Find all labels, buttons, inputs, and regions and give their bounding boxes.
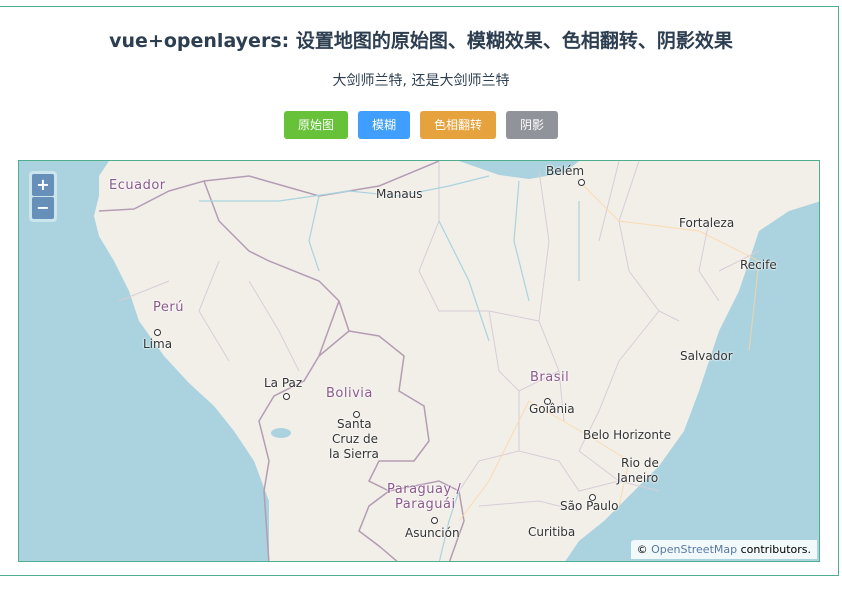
city-label-lima: Lima [143, 337, 173, 351]
page-subtitle: 大剑师兰特, 还是大剑师兰特 [332, 73, 510, 89]
map-attribution: © OpenStreetMap contributors. [630, 540, 817, 559]
country-label-ecuador: Ecuador [109, 178, 166, 193]
city-label-recife: Recife [740, 258, 777, 272]
city-label-fortaleza: Fortaleza [679, 216, 735, 230]
city-label-salvador: Salvador [680, 349, 733, 363]
city-label-saopaulo: São Paulo [560, 499, 619, 513]
city-dot-lima [154, 329, 161, 336]
city-dot-asuncion [431, 517, 438, 524]
country-label-brasil: Brasil [530, 370, 570, 385]
city-label-riodejaneiro-2: Janeiro [617, 471, 659, 485]
city-label-santacruz-1: Santa [337, 417, 372, 431]
country-label-bolivia: Bolivia [326, 386, 373, 401]
country-label-peru: Perú [153, 300, 184, 315]
attribution-prefix: © [636, 543, 652, 556]
osm-link[interactable]: OpenStreetMap [651, 543, 737, 556]
attribution-suffix: contributors. [737, 543, 811, 556]
city-label-belohorizonte: Belo Horizonte [583, 428, 672, 442]
zoom-out-button[interactable]: − [32, 197, 54, 219]
blur-button[interactable]: 模糊 [357, 111, 410, 139]
city-label-curitiba: Curitiba [528, 525, 576, 539]
city-label-manaus: Manaus [376, 187, 423, 201]
map-viewport[interactable]: Ecuador Perú Bolivia Brasil Paraguay / P… [18, 160, 820, 562]
city-label-belem: Belém [546, 164, 585, 178]
country-label-paraguai: Paraguái [395, 497, 456, 512]
city-label-lapaz: La Paz [264, 376, 303, 390]
city-label-santacruz-3: la Sierra [329, 447, 379, 461]
city-dot-belem [578, 179, 585, 186]
hue-invert-button[interactable]: 色相翻转 [420, 111, 497, 139]
country-label-paraguay: Paraguay / [387, 482, 462, 497]
zoom-in-button[interactable]: + [32, 174, 54, 196]
shadow-button[interactable]: 阴影 [506, 111, 559, 139]
zoom-control: + − [29, 171, 57, 222]
original-button[interactable]: 原始图 [283, 111, 348, 139]
city-label-riodejaneiro-1: Rio de [621, 456, 659, 470]
effect-button-group: 原始图 模糊 色相翻转 阴影 [0, 111, 842, 139]
page-title: vue+openlayers: 设置地图的原始图、模糊效果、色相翻转、阴影效果 [109, 30, 733, 52]
city-label-santacruz-2: Cruz de [332, 432, 379, 446]
city-dot-lapaz [283, 393, 290, 400]
city-label-asuncion: Asunción [405, 526, 460, 540]
city-label-goiania: Goiânia [529, 402, 575, 416]
